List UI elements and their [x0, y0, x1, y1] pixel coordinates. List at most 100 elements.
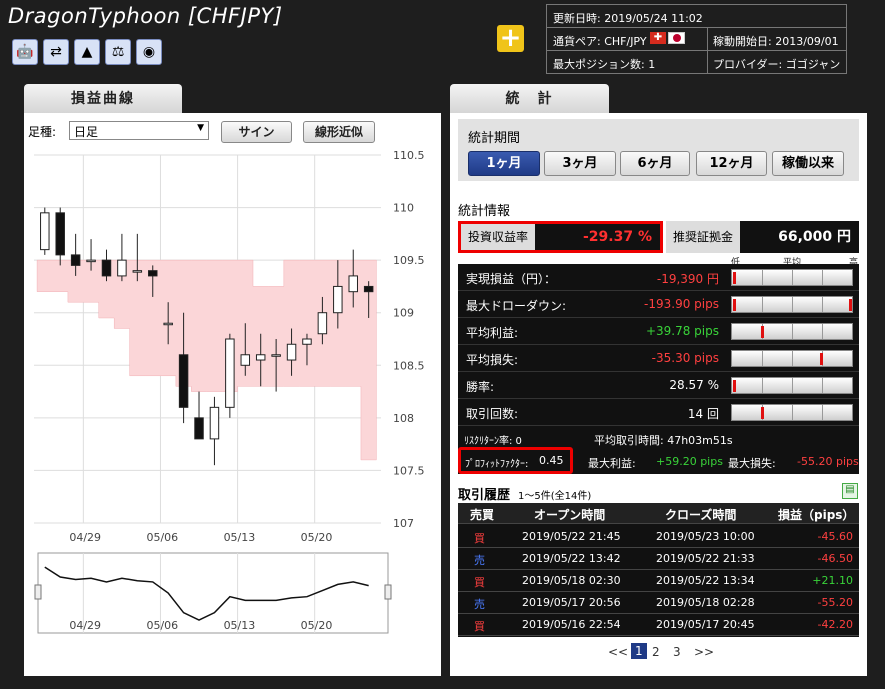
pager-page-3[interactable]: 3	[673, 645, 681, 659]
stat-value: -19,390 円	[656, 272, 719, 286]
period-3m-button[interactable]: 3ヶ月	[544, 151, 616, 176]
history-header-side: 売買	[470, 508, 495, 522]
history-row[interactable]: 売 2019/05/22 13:42 2019/05/22 21:33 -46.50	[458, 547, 859, 570]
candle-body	[40, 212, 50, 251]
candlestick-chart: 110.5 110 109.5 109 108.5 108 107.5 107 04/29 05/…	[34, 149, 425, 634]
stat-row: 勝率: 28.57 %	[458, 372, 859, 399]
period-12m-button[interactable]: 12ヶ月	[696, 151, 767, 176]
trade-side: 買	[474, 532, 485, 545]
history-header-open: オープン時間	[534, 508, 606, 522]
x-tick-label: 04/29	[69, 531, 101, 544]
trade-pl: -55.20	[817, 596, 853, 609]
history-table: 売買 オープン時間 クローズ時間 損益（pips） 買 2019/05/22 21…	[458, 503, 859, 637]
pager-prev[interactable]: <<	[608, 645, 628, 659]
y-tick-label: 109.5	[393, 254, 425, 267]
period-all-button[interactable]: 稼働以来	[772, 151, 844, 176]
margin-value: 66,000 円	[740, 221, 859, 253]
pager-page-1[interactable]: 1	[631, 643, 647, 659]
stat-name: 取引回数:	[466, 407, 519, 421]
pager-next[interactable]: >>	[694, 645, 714, 659]
period-6m-button[interactable]: 6ヶ月	[620, 151, 690, 176]
stat-value: -193.90 pips	[644, 297, 719, 311]
page-title: DragonTyphoon [CHFJPY]	[8, 4, 283, 28]
navigator-tick-label: 05/13	[224, 619, 256, 632]
profit-factor-box: ﾌﾟﾛﾌｨｯﾄﾌｧｸﾀｰ: 0.45	[458, 447, 573, 474]
profit-factor-value: 0.45	[539, 454, 564, 467]
japan-flag-icon	[668, 32, 685, 44]
timeframe-select[interactable]: 日足 ▼	[69, 121, 209, 140]
excel-export-icon[interactable]: ▤	[842, 483, 858, 499]
stat-row: 取引回数: 14 回	[458, 399, 859, 426]
x-tick-label: 05/06	[146, 531, 178, 544]
candle-body	[101, 259, 112, 277]
stat-bar	[731, 404, 853, 421]
info-table: 更新日時: 2019/05/24 11:02 通貨ペア: CHF/JPY ✚ 稼…	[546, 4, 847, 74]
navigator-tick-label: 05/20	[301, 619, 333, 632]
roi-value: -29.37 %	[535, 224, 660, 250]
y-tick-label: 107.5	[393, 464, 425, 477]
history-row[interactable]: 買 2019/05/16 22:54 2019/05/17 20:45 -42.20	[458, 613, 859, 636]
navigator-tick-label: 04/29	[69, 619, 101, 632]
stat-name: 最大ドローダウン:	[466, 299, 567, 313]
tab-statistics[interactable]: 統 計	[450, 84, 609, 114]
avg-trade-time: 平均取引時間: 47h03m51s	[594, 434, 733, 447]
trade-close: 2019/05/22 21:33	[656, 552, 755, 565]
margin-box: 推奨証拠金 66,000 円	[666, 221, 859, 253]
candle-body	[70, 254, 81, 266]
x-tick-label: 05/13	[224, 531, 256, 544]
max-profit-label: 最大利益:	[588, 457, 636, 470]
candle-body	[178, 354, 189, 408]
max-profit-value: +59.20 pips	[656, 455, 723, 468]
trade-pl: -42.20	[817, 618, 853, 631]
add-favorite-button[interactable]: +	[497, 25, 524, 52]
profit-band	[36, 259, 377, 461]
trade-open: 2019/05/22 21:45	[522, 530, 621, 543]
period-selector: 統計期間 1ヶ月 3ヶ月 6ヶ月 12ヶ月 稼働以来	[458, 119, 859, 181]
stat-name: 勝率:	[466, 380, 495, 394]
foot-label: 足種:	[28, 125, 57, 139]
margin-label: 推奨証拠金	[672, 230, 733, 244]
candle-body	[225, 338, 235, 408]
scale-icon[interactable]: ⚖	[105, 39, 131, 65]
sign-button[interactable]: サイン	[221, 121, 292, 143]
currency-pair: 通貨ペア: CHF/JPY	[553, 35, 647, 48]
robot-icon[interactable]: 🤖	[12, 39, 38, 65]
y-tick-label: 108	[393, 412, 414, 425]
history-header-close: クローズ時間	[665, 508, 737, 522]
trade-close: 2019/05/23 10:00	[656, 530, 755, 543]
history-row[interactable]: 売 2019/05/17 20:56 2019/05/18 02:28 -55.20	[458, 591, 859, 614]
tree-icon[interactable]: ▲	[74, 39, 100, 65]
disc-icon[interactable]: ◉	[136, 39, 162, 65]
tab-profit-curve[interactable]: 損益曲線	[24, 84, 182, 114]
linear-approx-button[interactable]: 線形近似	[303, 121, 375, 143]
pager-page-2[interactable]: 2	[652, 645, 660, 659]
trade-open: 2019/05/16 22:54	[522, 618, 621, 631]
swap-icon[interactable]: ⇄	[43, 39, 69, 65]
start-date: 稼動開始日: 2013/09/01	[713, 35, 839, 48]
candle-body	[363, 285, 374, 293]
y-tick-label: 110.5	[393, 149, 425, 162]
stat-row: 実現損益（円）： -19,390 円	[458, 264, 859, 291]
stat-value: 28.57 %	[669, 378, 719, 392]
period-1m-button[interactable]: 1ヶ月	[468, 151, 540, 176]
trade-close: 2019/05/17 20:45	[656, 618, 755, 631]
history-header-pl: 損益（pips）	[778, 508, 855, 522]
updated-time: 更新日時: 2019/05/24 11:02	[553, 12, 703, 25]
stat-value: +39.78 pips	[645, 324, 719, 338]
candle-body	[117, 259, 127, 277]
trade-side: 買	[474, 576, 485, 589]
candle-body	[286, 343, 297, 361]
trade-close: 2019/05/22 13:34	[656, 574, 755, 587]
history-subtitle: 1～5件(全14件)	[518, 491, 592, 502]
stats-title: 統計情報	[458, 204, 511, 219]
stat-name: 平均損失:	[466, 353, 519, 367]
trade-pl: -46.50	[817, 552, 853, 565]
history-row[interactable]: 買 2019/05/18 02:30 2019/05/22 13:34 +21.10	[458, 569, 859, 592]
history-row[interactable]: 買 2019/05/22 21:45 2019/05/23 10:00 -45.60	[458, 525, 859, 548]
trade-open: 2019/05/18 02:30	[522, 574, 621, 587]
trade-open: 2019/05/17 20:56	[522, 596, 621, 609]
max-loss-value: -55.20 pips	[797, 455, 859, 468]
candle-body	[240, 354, 251, 366]
stat-name: 平均利益:	[466, 326, 519, 340]
candle-body	[194, 417, 204, 440]
